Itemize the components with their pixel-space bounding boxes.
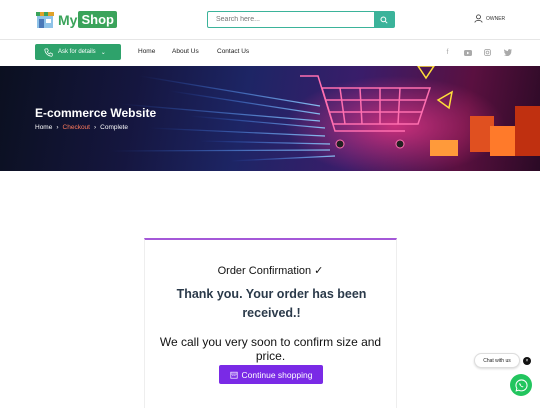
youtube-icon[interactable] [463,48,472,57]
ask-for-details-label: Ask for details [58,49,96,55]
nav-home[interactable]: Home [138,48,155,55]
chevron-right-icon: › [56,124,59,131]
search-icon [380,15,388,24]
hero-banner: E-commerce Website Home › Checkout › Com… [0,66,540,171]
chevron-right-icon: › [93,124,97,131]
breadcrumb-home[interactable]: Home [35,124,52,131]
search-bar [207,11,395,28]
breadcrumb: Home › Checkout › Complete [35,124,128,131]
twitter-icon[interactable] [503,48,512,57]
account-label: OWNER [486,15,506,22]
search-input[interactable] [208,12,374,27]
breadcrumb-checkout[interactable]: Checkout [63,124,90,131]
nav-contact-us[interactable]: Contact Us [217,48,249,55]
store-icon [35,11,55,29]
thank-you-message: Thank you. Your order has been received.… [176,287,367,320]
site-logo[interactable]: My Shop [35,9,117,30]
close-icon[interactable]: × [523,357,531,365]
logo-text-my: My [58,11,78,28]
top-header: My Shop OWNER [0,0,540,40]
ask-for-details-button[interactable]: Ask for details ⌄ [35,44,121,60]
confirmation-heading: Order Confirmation ✓ [217,265,324,277]
instagram-icon[interactable] [483,48,492,57]
whatsapp-icon [514,378,528,392]
page-title: E-commerce Website [35,106,157,120]
chat-with-us-bubble[interactable]: Chat with us [474,353,520,368]
user-icon [474,14,483,23]
main-nav: Ask for details ⌄ Home About Us Contact … [0,40,540,66]
chat-with-us-label: Chat with us [483,357,511,364]
account-link[interactable]: OWNER [474,14,505,23]
nav-about-us[interactable]: About Us [172,48,199,55]
calendar-icon [229,371,238,379]
whatsapp-chat-button[interactable] [510,374,532,396]
search-button[interactable] [374,12,394,27]
breadcrumb-complete: Complete [100,124,128,131]
facebook-icon[interactable]: f [443,48,452,57]
order-confirmation-card: Order Confirmation ✓ Thank you. Your ord… [144,238,397,408]
chevron-down-icon: ⌄ [100,49,106,56]
phone-icon [44,48,53,57]
social-links: f [443,48,512,57]
continue-shopping-label: Continue shopping [241,369,313,380]
follow-up-message: We call you very soon to confirm size an… [159,335,382,363]
logo-text-shop: Shop [78,11,117,28]
continue-shopping-button[interactable]: Continue shopping [219,365,323,384]
